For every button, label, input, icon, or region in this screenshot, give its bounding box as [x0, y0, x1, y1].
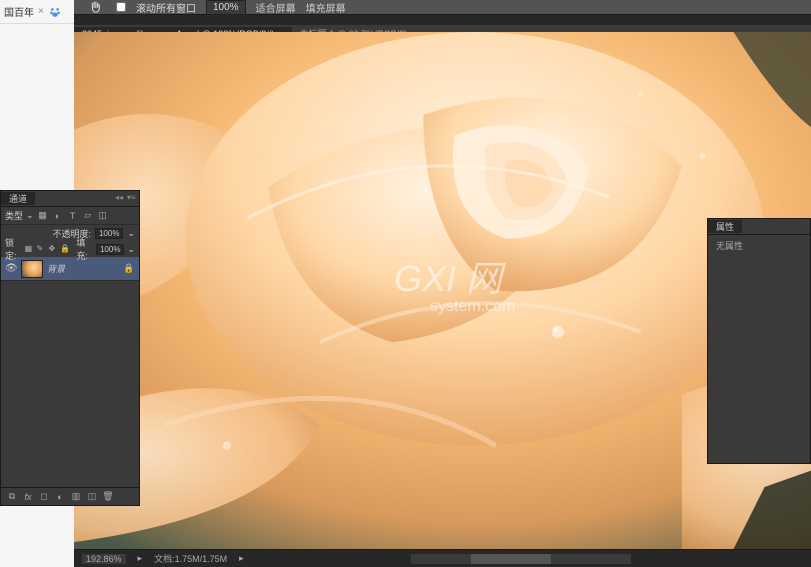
filter-type-icon[interactable]: T: [67, 210, 79, 222]
fill-screen-button[interactable]: 填充屏幕: [306, 0, 346, 15]
layer-item-background[interactable]: 👁 背景 🔒: [1, 257, 139, 281]
fx-icon[interactable]: fx: [21, 490, 35, 504]
panel-tab-bar: 属性: [708, 219, 810, 235]
layer-filter-row: 类型 ⌄ ▦ ◐ T ▱ ◫: [1, 207, 139, 225]
layers-panel: 通道 ◂◂ ▾≡ 类型 ⌄ ▦ ◐ T ▱ ◫ 不透明度: 100% ⌄ 锁定:…: [0, 190, 140, 506]
horizontal-scrollbar[interactable]: [411, 554, 631, 564]
chevron-down-icon[interactable]: ⌄: [127, 244, 135, 255]
visibility-icon[interactable]: 👁: [5, 263, 17, 274]
panel-tab-channels[interactable]: 通道: [1, 192, 35, 205]
filter-label: 类型: [5, 209, 23, 222]
paw-icon[interactable]: [48, 5, 62, 19]
link-layers-icon[interactable]: ⧉: [5, 490, 19, 504]
browser-tab-title: 国百年: [4, 4, 34, 19]
group-icon[interactable]: ▥: [69, 490, 83, 504]
lock-row: 锁定: ▦ ✎ ✥ 🔒 填充: 100% ⌄: [1, 241, 139, 257]
app-window: 滚动所有窗口 100% 适合屏幕 填充屏幕 2345_image_file_co…: [74, 0, 811, 567]
panel-tab-bar: 通道 ◂◂ ▾≡: [1, 191, 139, 207]
status-bar: 192.86% ▸ 文档:1.75M/1.75M ▸: [74, 549, 811, 567]
hand-tool-icon[interactable]: [84, 0, 106, 17]
lock-position-icon[interactable]: ✥: [48, 244, 57, 255]
lock-label: 锁定:: [5, 236, 22, 262]
properties-panel: 属性 无属性: [707, 218, 811, 464]
layer-thumbnail[interactable]: [21, 260, 43, 278]
chevron-right-icon[interactable]: ▸: [239, 553, 244, 564]
filter-adjust-icon[interactable]: ◐: [52, 210, 64, 222]
browser-tab[interactable]: 国百年 ×: [0, 0, 74, 24]
opacity-row: 不透明度: 100% ⌄: [1, 225, 139, 241]
status-zoom[interactable]: 192.86%: [82, 554, 126, 564]
chevron-down-icon[interactable]: ⌄: [127, 228, 135, 239]
status-doc-info: 文档:1.75M/1.75M: [154, 552, 227, 565]
opacity-value[interactable]: 100%: [95, 228, 123, 239]
dropdown-icon[interactable]: ⌄: [26, 210, 34, 221]
menu-icon[interactable]: ▾≡: [127, 193, 137, 203]
lock-all-icon[interactable]: 🔒: [60, 244, 70, 255]
fit-screen-button[interactable]: 适合屏幕: [256, 0, 296, 15]
canvas[interactable]: [74, 32, 811, 549]
lock-transparency-icon[interactable]: ▦: [25, 244, 34, 255]
zoom-value[interactable]: 100%: [206, 0, 246, 15]
properties-content: 无属性: [708, 235, 810, 256]
layer-name[interactable]: 背景: [47, 262, 119, 275]
scroll-all-checkbox[interactable]: [116, 2, 126, 12]
chevron-right-icon[interactable]: ▸: [138, 553, 143, 564]
lock-icon[interactable]: 🔒: [123, 263, 135, 274]
scroll-all-label: 滚动所有窗口: [136, 0, 196, 15]
close-icon[interactable]: ×: [38, 6, 44, 17]
filter-shape-icon[interactable]: ▱: [82, 210, 94, 222]
layers-panel-footer: ⧉ fx ◻ ◐ ▥ ◫ 🗑: [1, 487, 139, 505]
mask-icon[interactable]: ◻: [37, 490, 51, 504]
scrollbar-thumb[interactable]: [471, 554, 551, 564]
filter-pixel-icon[interactable]: ▦: [37, 210, 49, 222]
trash-icon[interactable]: 🗑: [101, 490, 115, 504]
filter-smart-icon[interactable]: ◫: [97, 210, 109, 222]
fill-label: 填充:: [76, 236, 93, 262]
fill-value[interactable]: 100%: [96, 244, 124, 255]
adjustment-icon[interactable]: ◐: [53, 490, 67, 504]
options-bar: 滚动所有窗口 100% 适合屏幕 填充屏幕: [74, 0, 811, 15]
collapse-icon[interactable]: ◂◂: [115, 193, 125, 203]
new-layer-icon[interactable]: ◫: [85, 490, 99, 504]
canvas-image: [74, 32, 811, 549]
panel-tab-properties[interactable]: 属性: [708, 220, 742, 233]
lock-pixels-icon[interactable]: ✎: [37, 244, 46, 255]
